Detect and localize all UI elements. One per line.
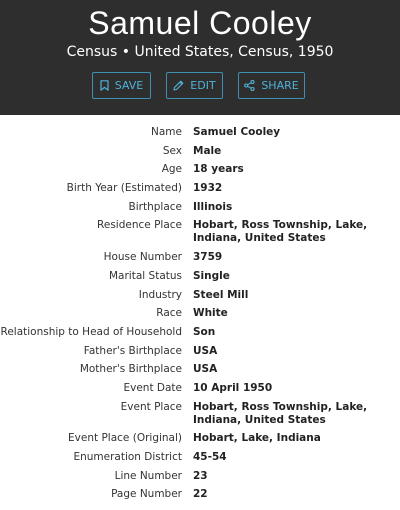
field-label: Line Number xyxy=(114,469,182,482)
field-label: House Number xyxy=(103,251,182,264)
field-label: Sex xyxy=(162,144,182,157)
field-value: USA xyxy=(193,344,218,357)
field-label: Age xyxy=(161,163,182,176)
record-details: Name Samuel Cooley Sex Male Age 18 years Birth… xyxy=(0,126,400,507)
share-button[interactable]: SHARE xyxy=(238,72,305,99)
field-value: 22 xyxy=(193,488,208,501)
record-header: Samuel Cooley Census • United States, Ce… xyxy=(0,0,400,115)
field-row: Event Date 10 April 1950 xyxy=(0,382,400,395)
field-value: Hobart, Ross Township, Lake, Indiana, Un… xyxy=(193,219,368,245)
field-label: Father's Birthplace xyxy=(83,344,182,357)
field-row: Event Place Hobart, Ross Township, Lake, … xyxy=(0,401,400,427)
field-value: USA xyxy=(193,363,218,376)
field-label: Event Date xyxy=(123,381,182,394)
field-label: Mother's Birthplace xyxy=(79,363,182,376)
field-row: House Number 3759 xyxy=(0,251,400,264)
field-row: Line Number 23 xyxy=(0,470,400,483)
field-row: Name Samuel Cooley xyxy=(0,126,400,139)
field-label: Race xyxy=(156,307,182,320)
action-bar: SAVE EDIT SHARE xyxy=(0,72,400,99)
field-value: Son xyxy=(193,325,216,338)
field-value: Samuel Cooley xyxy=(193,126,281,138)
record-subtitle: Census • United States, Census, 1950 xyxy=(66,44,334,60)
share-icon xyxy=(244,80,255,91)
share-button-label: SHARE xyxy=(261,79,299,92)
field-row: Relationship to Head of Household Son xyxy=(0,326,400,339)
field-label: Marital Status xyxy=(109,269,182,282)
edit-button[interactable]: EDIT xyxy=(166,72,223,99)
field-value: White xyxy=(193,307,228,320)
field-label: Birth Year (Estimated) xyxy=(66,182,182,195)
field-value: Single xyxy=(193,269,230,282)
field-row: Page Number 22 xyxy=(0,488,400,501)
field-row: Event Place (Original) Hobart, Lake, Indi… xyxy=(0,432,400,445)
field-label: Name xyxy=(151,126,182,138)
field-row: Age 18 years xyxy=(0,163,400,176)
field-value: Hobart, Lake, Indiana xyxy=(193,432,321,445)
field-row: Birthplace Illinois xyxy=(0,201,400,214)
field-label: Event Place xyxy=(120,400,182,413)
edit-button-label: EDIT xyxy=(190,79,216,92)
field-value: Male xyxy=(193,144,222,157)
field-label: Residence Place xyxy=(97,219,182,232)
field-value: 1932 xyxy=(193,182,223,195)
field-value: 45-54 xyxy=(193,451,227,463)
save-button[interactable]: SAVE xyxy=(92,72,151,99)
field-label: Enumeration District xyxy=(73,451,182,463)
field-label: Relationship to Head of Household xyxy=(0,325,183,338)
field-row: Father's Birthplace USA xyxy=(0,345,400,358)
save-button-label: SAVE xyxy=(114,79,144,92)
field-row: Industry Steel Mill xyxy=(0,289,400,302)
field-row: Enumeration District 45-54 xyxy=(0,451,400,464)
field-value: Illinois xyxy=(193,200,233,213)
field-row: Race White xyxy=(0,307,400,320)
field-value: 23 xyxy=(193,469,208,482)
field-value: Hobart, Ross Township, Lake, Indiana, Un… xyxy=(193,400,368,426)
page-title: Samuel Cooley xyxy=(88,5,312,41)
field-value: 3759 xyxy=(193,251,223,264)
field-value: Steel Mill xyxy=(193,288,249,301)
bookmark-icon xyxy=(100,80,109,91)
field-label: Page Number xyxy=(111,488,182,501)
field-row: Residence Place Hobart, Ross Township, La… xyxy=(0,219,400,245)
pencil-icon xyxy=(173,80,184,91)
field-row: Birth Year (Estimated) 1932 xyxy=(0,182,400,195)
field-row: Mother's Birthplace USA xyxy=(0,363,400,376)
field-row: Sex Male xyxy=(0,145,400,158)
field-value: 18 years xyxy=(193,163,244,176)
field-label: Event Place (Original) xyxy=(68,432,182,445)
field-label: Birthplace xyxy=(128,200,182,213)
field-label: Industry xyxy=(138,288,182,301)
field-row: Marital Status Single xyxy=(0,270,400,283)
field-value: 10 April 1950 xyxy=(193,381,273,394)
